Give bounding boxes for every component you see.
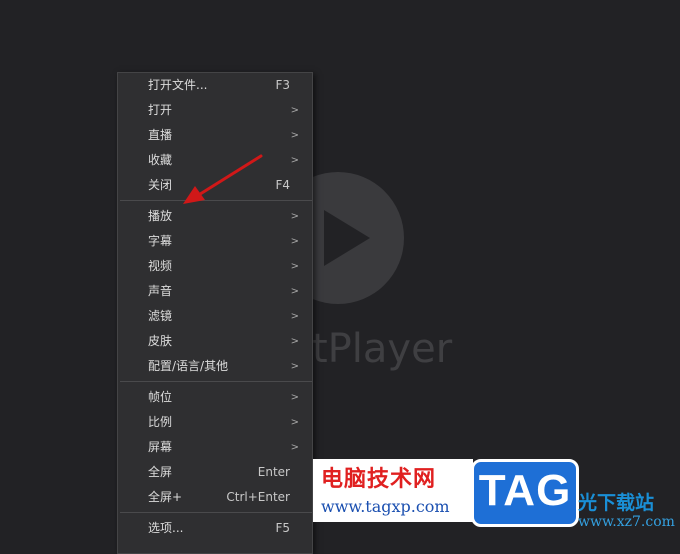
menu-item-label: 播放 xyxy=(148,209,173,223)
menu-item-label: 直播 xyxy=(148,128,173,142)
tag-logo-text: TAG xyxy=(478,466,572,515)
submenu-arrow-icon: > xyxy=(290,417,299,428)
watermark-site-url: www.tagxp.com xyxy=(321,497,450,516)
submenu-arrow-icon: > xyxy=(290,311,299,322)
menu-item-label: 打开文件... xyxy=(148,78,208,92)
menu-item-subtitles[interactable]: 字幕 > xyxy=(118,229,312,254)
submenu-arrow-icon: > xyxy=(290,286,299,297)
submenu-arrow-icon: > xyxy=(290,361,299,372)
menu-item-shortcut: Ctrl+Enter xyxy=(226,490,290,504)
menu-item-label: 打开 xyxy=(148,103,173,117)
menu-item-video[interactable]: 视频 > xyxy=(118,254,312,279)
menu-item-label: 配置/语言/其他 xyxy=(148,359,229,373)
menu-item-ratio[interactable]: 比例 > xyxy=(118,410,312,435)
submenu-arrow-icon: > xyxy=(290,130,299,141)
context-menu: 打开文件... F3 打开 > 直播 > 收藏 > 关闭 F4 播放 > 字幕 … xyxy=(117,72,313,554)
watermark-right-name: 光下载站 xyxy=(578,492,655,514)
submenu-arrow-icon: > xyxy=(290,261,299,272)
submenu-arrow-icon: > xyxy=(290,336,299,347)
submenu-arrow-icon: > xyxy=(290,236,299,247)
menu-item-shortcut: Enter xyxy=(257,465,290,479)
menu-item-fullscreen[interactable]: 全屏 Enter xyxy=(118,460,312,485)
submenu-arrow-icon: > xyxy=(290,105,299,116)
menu-item-label: 全屏+ xyxy=(148,490,183,504)
menu-item-shortcut: F4 xyxy=(275,178,290,192)
menu-item-label: 屏幕 xyxy=(148,440,173,454)
menu-item-open[interactable]: 打开 > xyxy=(118,98,312,123)
menu-item-skin[interactable]: 皮肤 > xyxy=(118,329,312,354)
submenu-arrow-icon: > xyxy=(290,392,299,403)
watermark-right-url: www.xz7.com xyxy=(578,514,675,530)
menu-item-screen[interactable]: 屏幕 > xyxy=(118,435,312,460)
menu-item-shortcut: F5 xyxy=(275,521,290,535)
menu-item-audio[interactable]: 声音 > xyxy=(118,279,312,304)
menu-item-label: 选项... xyxy=(148,521,184,535)
watermark-site-name: 电脑技术网 xyxy=(321,467,437,492)
menu-item-config-language-other[interactable]: 配置/语言/其他 > xyxy=(118,354,312,379)
player-brand-text: tPlayer xyxy=(312,326,453,372)
menu-item-label: 比例 xyxy=(148,415,173,429)
menu-item-live[interactable]: 直播 > xyxy=(118,123,312,148)
submenu-arrow-icon: > xyxy=(290,211,299,222)
submenu-arrow-icon: > xyxy=(290,155,299,166)
menu-item-options[interactable]: 选项... F5 xyxy=(118,516,312,541)
menu-item-label: 视频 xyxy=(148,259,173,273)
menu-item-label: 帧位 xyxy=(148,390,173,404)
menu-item-label: 字幕 xyxy=(148,234,173,248)
menu-item-label: 皮肤 xyxy=(148,334,173,348)
menu-item-label: 全屏 xyxy=(148,465,173,479)
tag-logo-icon: TAG xyxy=(471,459,579,527)
menu-item-fullscreen-plus[interactable]: 全屏+ Ctrl+Enter xyxy=(118,485,312,510)
red-annotation-arrow-icon xyxy=(183,154,263,204)
submenu-arrow-icon: > xyxy=(290,442,299,453)
menu-separator xyxy=(120,381,312,382)
menu-separator xyxy=(120,512,312,513)
menu-item-label: 收藏 xyxy=(148,153,173,167)
menu-item-shortcut: F3 xyxy=(275,78,290,92)
menu-item-label: 关闭 xyxy=(148,178,173,192)
menu-item-frame[interactable]: 帧位 > xyxy=(118,385,312,410)
menu-item-label: 滤镜 xyxy=(148,309,173,323)
menu-item-open-file[interactable]: 打开文件... F3 xyxy=(118,73,312,98)
menu-item-label: 声音 xyxy=(148,284,173,298)
watermark-site-panel: 电脑技术网 www.tagxp.com xyxy=(313,459,473,522)
menu-item-filters[interactable]: 滤镜 > xyxy=(118,304,312,329)
